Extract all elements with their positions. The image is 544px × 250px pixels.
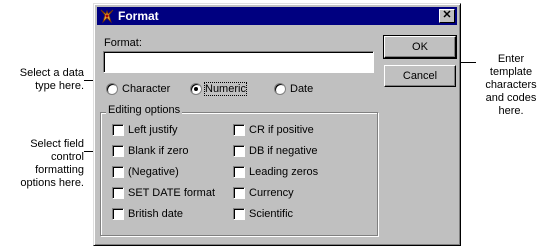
radio-numeric-selected-dot [194,87,198,91]
checkbox-left-justify[interactable] [112,124,124,136]
close-icon: ✕ [442,9,452,21]
checkbox-set-date-format-label[interactable]: SET DATE format [128,187,215,199]
checkbox-negative-label[interactable]: (Negative) [128,166,179,178]
checkbox-left-justify-label[interactable]: Left justify [128,124,178,136]
radio-numeric-label[interactable]: Numeric [204,82,247,96]
checkbox-cr-if-positive[interactable] [233,124,245,136]
checkbox-british-date-label[interactable]: British date [128,208,183,220]
checkbox-leading-zeros-label[interactable]: Leading zeros [249,166,318,178]
radio-numeric[interactable] [190,83,202,95]
checkbox-scientific[interactable] [233,208,245,220]
checkbox-currency-label[interactable]: Currency [249,187,294,199]
radio-date[interactable] [274,83,286,95]
checkbox-currency[interactable] [233,187,245,199]
callout-field-control: Select field control formatting options … [20,138,84,189]
checkbox-db-if-negative[interactable] [233,145,245,157]
checkbox-blank-if-zero[interactable] [112,145,124,157]
close-button[interactable]: ✕ [439,9,455,23]
checkbox-british-date[interactable] [112,208,124,220]
radio-character[interactable] [106,83,118,95]
radio-date-label[interactable]: Date [290,83,313,95]
callout-template: Enter template characters and codes here… [485,53,537,117]
radio-character-label[interactable]: Character [122,83,170,95]
checkbox-leading-zeros[interactable] [233,166,245,178]
format-dialog: Format ✕ Format: OK Cancel Character Num… [93,3,461,246]
format-input[interactable] [103,51,374,73]
checkbox-set-date-format[interactable] [112,187,124,199]
app-icon [100,9,114,24]
editing-options-title: Editing options [106,104,183,116]
checkbox-db-if-negative-label[interactable]: DB if negative [249,145,317,157]
window-title: Format [118,9,159,23]
checkbox-negative[interactable] [112,166,124,178]
cancel-button[interactable]: Cancel [384,65,456,87]
checkbox-cr-if-positive-label[interactable]: CR if positive [249,124,314,136]
checkbox-scientific-label[interactable]: Scientific [249,208,293,220]
title-bar[interactable]: Format ✕ [97,7,457,25]
callout-data-type: Select a data type here. [19,67,84,92]
format-label: Format: [104,37,142,49]
checkbox-blank-if-zero-label[interactable]: Blank if zero [128,145,189,157]
ok-button[interactable]: OK [383,35,457,59]
